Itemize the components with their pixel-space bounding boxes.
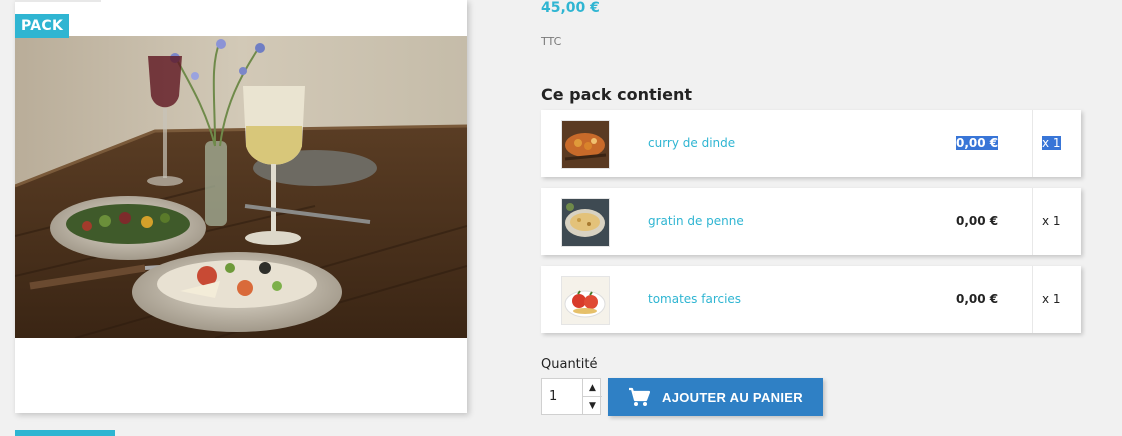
pack-item: curry de dinde 0,00 € x 1: [541, 110, 1081, 177]
stuffed-tomato-thumbnail-icon[interactable]: [561, 276, 610, 325]
pack-badge: PACK: [15, 14, 70, 38]
pack-item-quantity: x 1: [1042, 292, 1061, 306]
quantity-label: Quantité: [541, 357, 598, 372]
pack-item-price: 0,00 €: [956, 292, 999, 306]
increment-button[interactable]: ▲: [582, 379, 602, 397]
thumbnail-stub: [15, 0, 101, 2]
add-to-cart-button[interactable]: AJOUTER AU PANIER: [608, 378, 823, 416]
chevron-up-icon: ▲: [589, 382, 596, 393]
pack-item-price: 0,00 €: [956, 136, 999, 150]
pack-item-name[interactable]: curry de dinde: [648, 136, 735, 150]
pack-title: Ce pack contient: [541, 85, 692, 104]
product-price: 45,00 €: [541, 0, 600, 16]
divider: [1032, 188, 1033, 255]
divider: [1032, 266, 1033, 333]
gratin-dish-thumbnail-icon[interactable]: [561, 198, 610, 247]
tax-label: TTC: [541, 35, 562, 48]
shopping-cart-icon: [629, 387, 650, 406]
product-image[interactable]: [15, 36, 467, 338]
pack-item: gratin de penne 0,00 € x 1: [541, 188, 1081, 255]
food-photo-icon: [15, 36, 467, 338]
thumbnail-tab[interactable]: [15, 430, 115, 436]
pack-item: tomates farcies 0,00 € x 1: [541, 266, 1081, 333]
quantity-stepper: ▲ ▼: [541, 378, 602, 415]
add-to-cart-label: AJOUTER AU PANIER: [662, 389, 803, 405]
pack-item-price: 0,00 €: [956, 214, 999, 228]
quantity-input[interactable]: [542, 379, 582, 414]
pack-item-quantity: x 1: [1042, 214, 1061, 228]
pack-item-name[interactable]: gratin de penne: [648, 214, 744, 228]
decrement-button[interactable]: ▼: [582, 397, 602, 414]
chevron-down-icon: ▼: [589, 400, 596, 411]
curry-dish-thumbnail-icon[interactable]: [561, 120, 610, 169]
pack-item-name[interactable]: tomates farcies: [648, 292, 741, 306]
divider: [1032, 110, 1033, 177]
pack-item-quantity: x 1: [1042, 136, 1061, 150]
